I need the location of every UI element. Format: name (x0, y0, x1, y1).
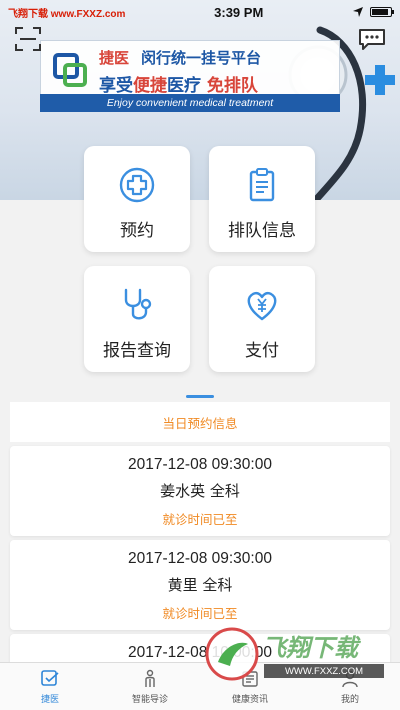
appointment-label: 预约 (120, 221, 154, 241)
page-indicator (186, 395, 214, 398)
record-doctor: 姜水英 全科 (160, 482, 240, 500)
brand-slogan: 享受便捷医疗 免排队 (99, 71, 258, 96)
payment-tile[interactable]: 支付 (209, 266, 315, 372)
site-watermark: 飞翔下载 WWW.FXXZ.COM (204, 622, 394, 692)
header-banner: 捷医 闵行统一挂号平台 享受便捷医疗 免排队 Enjoy convenient … (0, 0, 400, 200)
carrier-text: 飞翔下载 www.FXXZ.com (8, 8, 126, 20)
brand-logo-icon (53, 53, 87, 87)
scan-icon[interactable] (14, 26, 42, 52)
record-status: 就诊时间已至 (162, 606, 238, 621)
tab-home[interactable]: 捷医 (0, 663, 100, 710)
location-arrow-icon (353, 7, 363, 17)
slogan-english: Enjoy convenient medical treatment (40, 94, 340, 112)
yuan-heart-icon (247, 292, 277, 321)
tab-smart-guide[interactable]: 智能导诊 (100, 663, 200, 710)
clipboard-icon (249, 168, 275, 202)
record-time: 2017-12-08 09:30:00 (128, 456, 272, 473)
brand-tagline: 闵行统一挂号平台 (141, 49, 262, 67)
stethoscope-icon (124, 288, 152, 320)
queue-info-label: 排队信息 (228, 221, 296, 241)
app-screen: 捷医 闵行统一挂号平台 享受便捷医疗 免排队 Enjoy convenient … (0, 0, 400, 710)
appointment-tile[interactable]: 预约 (84, 146, 190, 252)
person-guide-icon (145, 669, 155, 687)
clock: 3:39 PM (214, 4, 264, 20)
payment-label: 支付 (245, 341, 279, 361)
slogan-highlight: 便捷 (133, 76, 167, 96)
tab-home-label: 捷医 (40, 694, 59, 705)
tab-health-news-label: 健康资讯 (231, 694, 268, 705)
status-icons (352, 6, 394, 18)
slogan-prefix: 享受 (99, 76, 133, 96)
tab-profile-label: 我的 (340, 694, 359, 705)
appointment-record[interactable]: 2017-12-08 09:30:00 黄里 全科 就诊时间已至 (10, 540, 390, 630)
watermark-logo-icon (205, 627, 259, 681)
tab-smart-guide-label: 智能导诊 (131, 694, 168, 705)
watermark-url: WWW.FXXZ.COM (264, 664, 384, 678)
record-status: 就诊时间已至 (162, 512, 238, 527)
record-doctor: 黄里 全科 (167, 576, 233, 594)
battery-icon (370, 7, 394, 17)
watermark-text: 飞翔下载 (262, 634, 358, 662)
report-query-label: 报告查询 (103, 341, 171, 361)
appointment-record[interactable]: 2017-12-08 09:30:00 姜水英 全科 就诊时间已至 (10, 446, 390, 536)
queue-info-tile[interactable]: 排队信息 (209, 146, 315, 252)
record-time: 2017-12-08 09:30:00 (128, 550, 272, 567)
appointments-title: 当日预约信息 (10, 402, 390, 442)
message-icon[interactable] (358, 28, 386, 50)
report-query-tile[interactable]: 报告查询 (84, 266, 190, 372)
battery-level (372, 9, 389, 15)
brand-name: 捷医 (99, 49, 130, 67)
home-check-icon (41, 669, 59, 686)
medical-cross-icon (119, 167, 155, 203)
slogan-suffix: 免排队 (206, 76, 258, 96)
slogan-middle: 医疗 (167, 76, 207, 96)
status-bar: 飞翔下载 www.FXXZ.com 3:39 PM (0, 0, 400, 24)
